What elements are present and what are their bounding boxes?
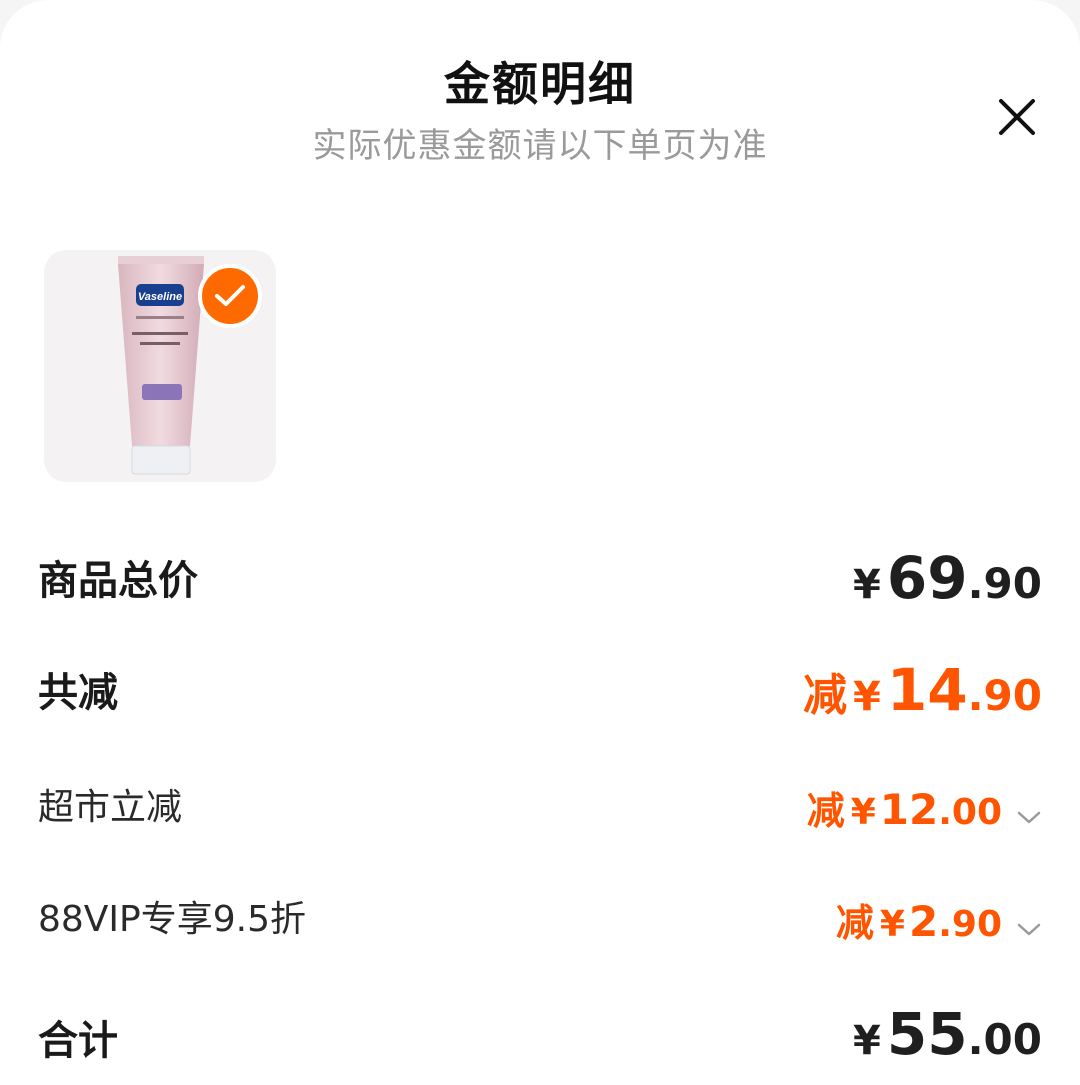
price-decimal: .90 (938, 904, 1002, 945)
sheet-subtitle: 实际优惠金额请以下单页为准 (312, 126, 768, 166)
price-integer: 55 (886, 1000, 968, 1068)
sheet-title: 金额明细 (444, 57, 636, 111)
product-thumbnail[interactable]: Vaseline (44, 250, 276, 482)
discount-prefix: 减 (835, 901, 874, 945)
price-decimal: .00 (938, 792, 1002, 833)
sheet-header: 金额明细 实际优惠金额请以下单页为准 (0, 52, 1080, 170)
chevron-down-icon (1017, 811, 1041, 823)
close-button[interactable] (990, 90, 1044, 144)
supermarket-discount-label: 超市立减 (38, 787, 183, 828)
total-discount-value: 减 ¥14.90 (803, 656, 1042, 724)
discount-prefix: 减 (806, 789, 845, 833)
price-integer: 69 (886, 544, 968, 612)
sum-label: 合计 (38, 1018, 118, 1064)
currency-symbol: ¥ (853, 1018, 881, 1064)
price-decimal: .90 (967, 559, 1042, 608)
expand-button[interactable] (1016, 810, 1042, 830)
price-integer: 14 (886, 656, 968, 724)
row-supermarket-discount[interactable]: 超市立减 减 ¥12.00 (38, 778, 1042, 834)
chevron-down-icon (1017, 923, 1041, 935)
total-price-value: ¥69.90 (853, 544, 1042, 612)
currency-symbol: ¥ (850, 792, 876, 833)
sum-value: ¥55.00 (853, 1000, 1042, 1068)
row-total-price: 商品总价 ¥69.90 (38, 544, 1042, 612)
currency-symbol: ¥ (853, 562, 881, 608)
checkmark-icon (215, 285, 245, 306)
price-decimal: .90 (967, 671, 1042, 720)
row-total-discount: 共减 减 ¥14.90 (38, 656, 1042, 724)
row-vip-discount[interactable]: 88VIP专享9.5折 减 ¥2.90 (38, 890, 1042, 946)
price-integer: 2 (908, 897, 939, 946)
vip-discount-value: 减 ¥2.90 (836, 892, 1042, 947)
amount-detail-sheet: 金额明细 实际优惠金额请以下单页为准 Vaseline 商品总价 ¥ 69.90… (0, 0, 1080, 1085)
price-integer: 12 (879, 785, 939, 834)
total-discount-label: 共减 (38, 670, 118, 716)
price-decimal: .00 (967, 1015, 1042, 1064)
supermarket-discount-value: 减 ¥12.00 (807, 780, 1042, 835)
row-sum: 合计 ¥55.00 (38, 1000, 1042, 1074)
vip-discount-label: 88VIP专享9.5折 (38, 899, 307, 940)
total-price-label: 商品总价 (38, 558, 198, 604)
expand-button[interactable] (1016, 922, 1042, 942)
close-icon (999, 99, 1035, 135)
selected-check-badge[interactable] (198, 264, 262, 328)
brand-logo-text: Vaseline (138, 291, 182, 303)
discount-prefix: 减 (803, 670, 848, 721)
currency-symbol: ¥ (853, 674, 881, 720)
currency-symbol: ¥ (879, 904, 905, 945)
